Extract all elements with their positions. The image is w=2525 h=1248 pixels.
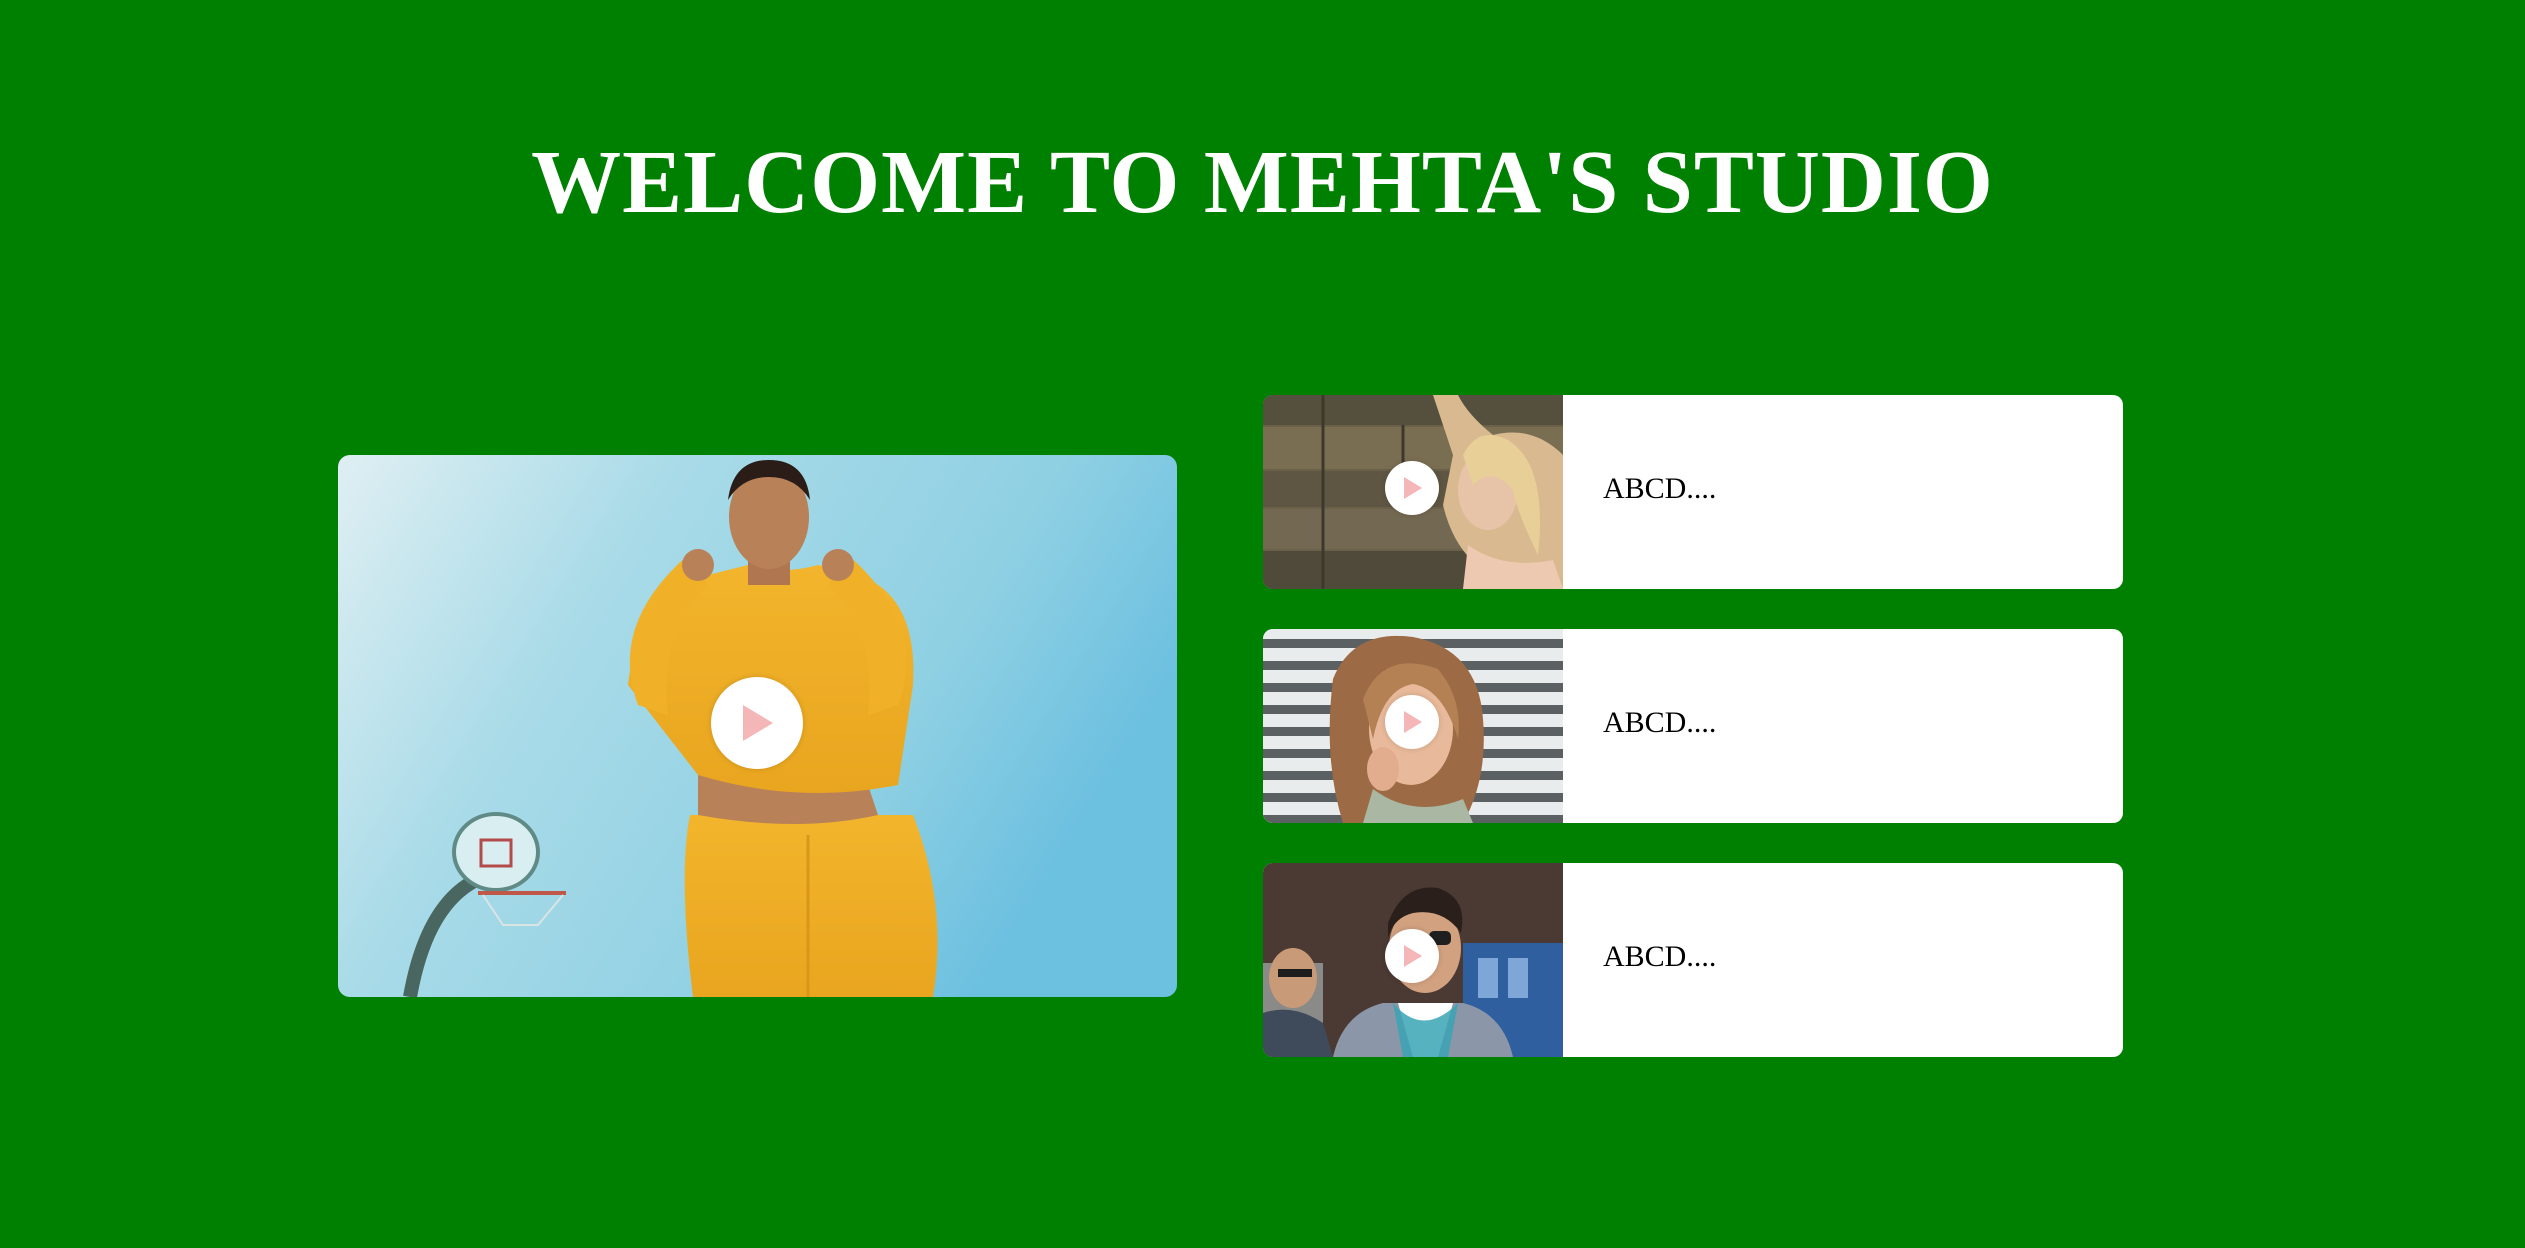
play-icon [1404, 945, 1422, 967]
play-button[interactable] [1385, 929, 1439, 983]
video-thumbnail [1263, 395, 1563, 589]
play-icon [1404, 477, 1422, 499]
play-icon [743, 705, 773, 741]
video-title: ABCD.... [1603, 472, 1717, 505]
page-title: WELCOME TO MEHTA'S STUDIO [531, 133, 1994, 232]
playlist-item[interactable]: ABCD.... [1263, 629, 2123, 823]
playlist-item[interactable]: ABCD.... [1263, 863, 2123, 1057]
video-thumbnail [1263, 863, 1563, 1057]
video-thumbnail [1263, 629, 1563, 823]
featured-play-button[interactable] [711, 677, 803, 769]
play-button[interactable] [1385, 461, 1439, 515]
play-icon [1404, 711, 1422, 733]
video-title: ABCD.... [1603, 706, 1717, 739]
play-button[interactable] [1385, 695, 1439, 749]
video-title: ABCD.... [1603, 940, 1717, 973]
playlist-item[interactable]: ABCD.... [1263, 395, 2123, 589]
featured-video[interactable] [338, 455, 1177, 997]
